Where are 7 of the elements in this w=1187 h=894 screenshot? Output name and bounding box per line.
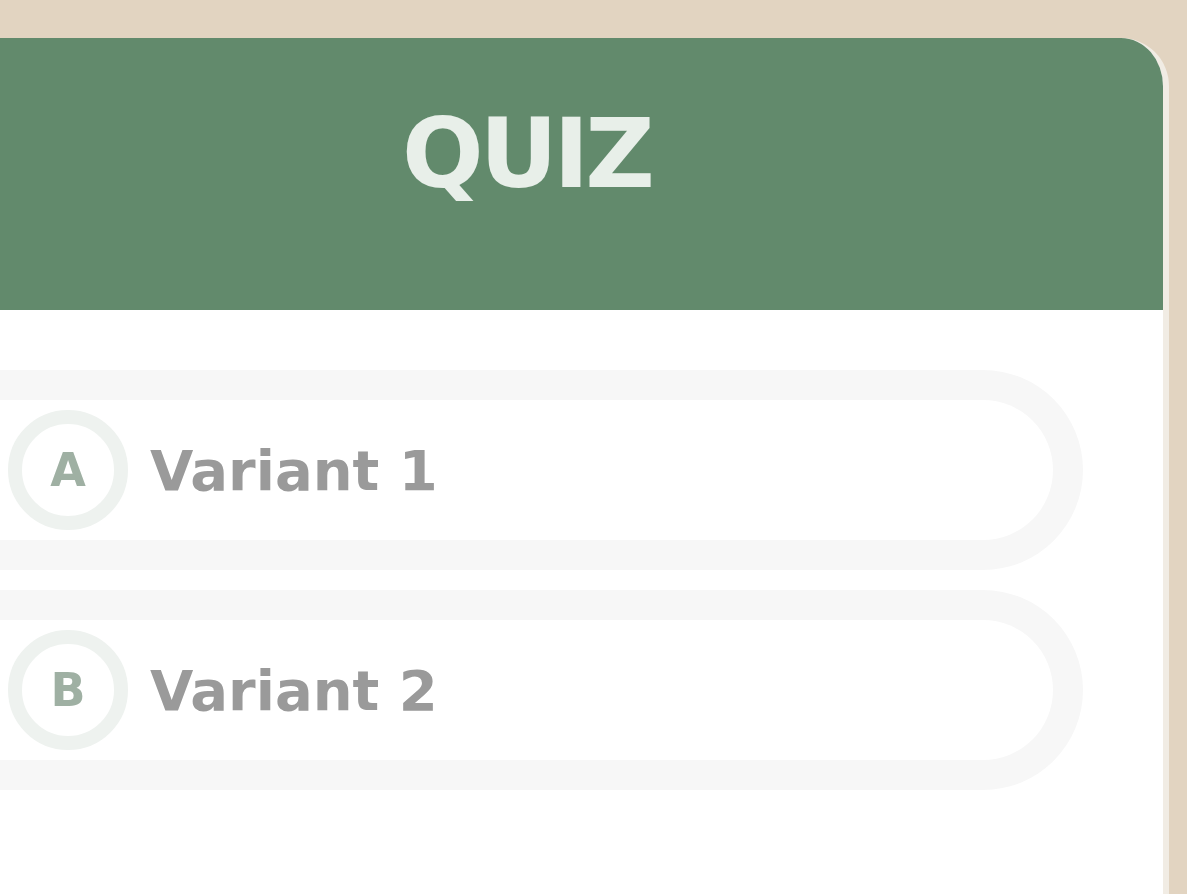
option-label: Variant 1 <box>150 437 438 503</box>
answer-option[interactable]: B Variant 2 <box>0 590 1083 790</box>
option-label: Variant 2 <box>150 657 438 723</box>
option-letter: B <box>8 630 128 750</box>
quiz-title: QUIZ <box>402 98 651 210</box>
answer-option[interactable]: A Variant 1 <box>0 370 1083 570</box>
option-letter: A <box>8 410 128 530</box>
